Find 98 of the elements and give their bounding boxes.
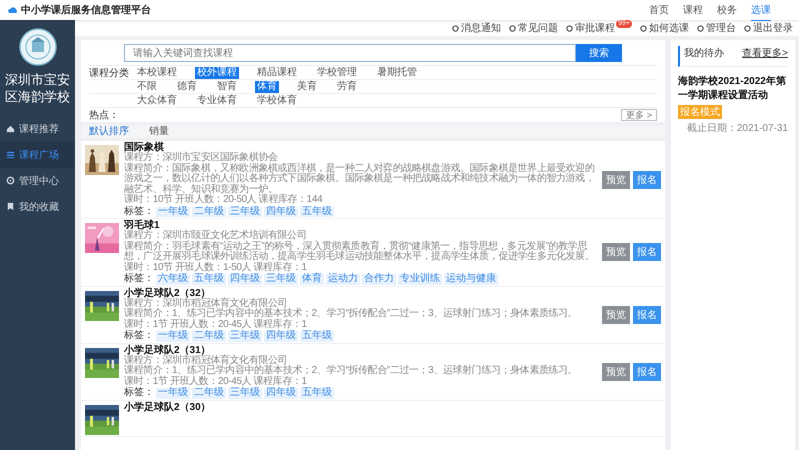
- course-intro: 课程简介：羽毛球素有“运动之王”的称号，深入贯彻素质教育，贯彻“健康第一，指导思想，多元发展”的教学思想，广泛开展羽毛球课外训练活动，提高学生羽毛球运动技能整体水平，提高学生体质，促进学生多元化发展。: [124, 242, 596, 262]
- tag: 五年级: [192, 274, 226, 284]
- course-title[interactable]: 羽毛球1: [124, 220, 597, 231]
- tag: 四年级: [264, 206, 298, 217]
- filter-option[interactable]: 专业体育: [195, 94, 239, 106]
- cloud-icon: [8, 6, 18, 14]
- activity-title[interactable]: 海韵学校2021-2022年第一学期课程设置活动: [678, 75, 788, 103]
- filter-option[interactable]: 本校课程: [135, 66, 179, 78]
- nav-tab[interactable]: 校务: [717, 0, 737, 20]
- filter-option[interactable]: 德育: [175, 80, 199, 92]
- course-info: 课时：1节 开班人数：20-45人 课程库存：1: [124, 376, 308, 386]
- sort-tab[interactable]: 销量: [149, 126, 169, 137]
- sidebar-item[interactable]: 我的收藏: [0, 194, 75, 220]
- tag: 五年级: [300, 331, 334, 342]
- course-provider: 课程方：深圳市宝安区国际象棋协会: [124, 153, 278, 163]
- tag-label: 标签：: [124, 274, 154, 284]
- course-info: 课时：10节 开班人数：1-50人 课程库存：1: [124, 262, 308, 272]
- tag: 四年级: [264, 331, 298, 342]
- deadline: 截止日期：2021-07-31: [686, 122, 788, 135]
- tag: 运动力: [326, 274, 360, 284]
- nav-tab[interactable]: 首页: [649, 0, 669, 20]
- tag: 二年级: [192, 331, 226, 342]
- school-logo-icon: [18, 28, 56, 66]
- tag: 运动与健康: [444, 274, 498, 284]
- circle-icon: [509, 24, 516, 32]
- filter-label: 课程分类: [89, 68, 129, 78]
- sort-tab[interactable]: 默认排序: [89, 126, 129, 137]
- tag: 四年级: [264, 388, 298, 398]
- course-provider: 课程方：深圳市颐亚文化艺术培训有限公司: [124, 231, 308, 241]
- sidebar-item[interactable]: 管理中心: [0, 168, 75, 194]
- tag: 三年级: [264, 274, 298, 284]
- filter-option[interactable]: 美育: [295, 80, 319, 92]
- circle-icon: [566, 24, 574, 32]
- gear-icon: [6, 176, 15, 186]
- tag-label: 标签：: [124, 331, 154, 342]
- tag: 二年级: [192, 388, 226, 398]
- toolbar-link[interactable]: 审批课程: [566, 21, 616, 35]
- tag: 一年级: [156, 206, 190, 217]
- tag: 一年级: [156, 388, 190, 398]
- filter-option[interactable]: 体育: [255, 80, 279, 92]
- course-title[interactable]: 小学足球队2（31）: [124, 344, 597, 356]
- filter-option[interactable]: 校外课程: [195, 66, 239, 78]
- tag: 三年级: [228, 331, 262, 342]
- school-name: 深圳市宝安区海韵学校: [4, 72, 71, 106]
- filter-option[interactable]: 不限: [135, 80, 159, 92]
- course-intro: 课程简介：1、练习已学内容中的基本技术；2、学习“拆传配合”二过一；3、运球射门练习；身体素质练习。: [124, 366, 578, 376]
- home-icon: [6, 124, 15, 134]
- course-title[interactable]: 小学足球队2（30）: [124, 402, 661, 412]
- circle-icon: [744, 24, 751, 32]
- tag: 合作力: [362, 274, 396, 284]
- toolbar-link[interactable]: 消息通知: [452, 21, 502, 35]
- toolbar-link[interactable]: 常见问题: [509, 21, 558, 35]
- filter-option[interactable]: 大众体育: [135, 94, 179, 106]
- toolbar-link[interactable]: 管理台: [697, 21, 736, 35]
- tag: 一年级: [156, 331, 190, 342]
- tag: 三年级: [228, 206, 262, 217]
- toolbar-link[interactable]: 如何选课: [640, 21, 689, 35]
- course-title[interactable]: 国际象棋: [124, 142, 597, 153]
- tag-label: 标签：: [124, 388, 154, 398]
- mode-badge: 报名模式: [678, 105, 722, 119]
- sidebar-item[interactable]: 课程广场: [0, 142, 75, 168]
- panel-title: 我的待办: [684, 46, 724, 60]
- course-provider: 课程方：深圳市稻冠体育文化有限公司: [124, 356, 288, 366]
- view-more-link[interactable]: 查看更多>: [742, 46, 788, 60]
- filter-option[interactable]: 精品课程: [255, 66, 299, 78]
- tag: 五年级: [300, 206, 334, 217]
- more-button[interactable]: 更多 >: [621, 108, 657, 120]
- course-title[interactable]: 小学足球队2（32）: [124, 288, 597, 298]
- bookmark-icon: [6, 202, 15, 212]
- course-intro: 课程简介：1、练习已学内容中的基本技术；2、学习“拆传配合”二过一；3、运球射门练习；身体素质练习。: [124, 309, 578, 319]
- circle-icon: [697, 24, 704, 32]
- filter-option[interactable]: 暑期托管: [375, 66, 419, 78]
- list-icon: [6, 150, 15, 160]
- tag: 六年级: [156, 274, 190, 284]
- course-intro: 课程简介：国际象棋，又称欧洲象棋或西洋棋，是一种二人对弈的战略棋盘游戏。国际象棋是世界上最受欢迎的游戏之一，数以亿计的人们以各种方式下国际象棋。国际象棋是一种把战略战术和纯技术融为一体的智力游戏，融艺术、科学、知识和竞赛为一炉。: [124, 164, 596, 194]
- filter-option[interactable]: 学校管理: [315, 66, 359, 78]
- course-info: 课时：1节 开班人数：20-45人 课程库存：1: [124, 320, 308, 330]
- filter-option[interactable]: 学校体育: [255, 94, 299, 106]
- app-title: 中小学课后服务信息管理平台: [21, 4, 151, 17]
- course-provider: 课程方：深圳市稻冠体育文化有限公司: [124, 298, 288, 308]
- tag: 专业训练: [398, 274, 442, 284]
- course-info: 课时：10节 开班人数：20-50人 课程库存：144: [124, 195, 324, 206]
- filter-option[interactable]: 智育: [215, 80, 239, 92]
- tag-label: 标签：: [124, 206, 154, 217]
- filter-option[interactable]: 劳育: [335, 80, 359, 92]
- nav-tab[interactable]: 课程: [683, 0, 703, 20]
- sidebar-item[interactable]: 课程推荐: [0, 116, 75, 142]
- tag: 二年级: [192, 206, 226, 217]
- tag: 五年级: [300, 388, 334, 398]
- circle-icon: [452, 24, 460, 32]
- circle-icon: [640, 24, 647, 32]
- filter-label: 热点：: [89, 108, 119, 122]
- tag: 三年级: [228, 388, 262, 398]
- search-button[interactable]: 搜索: [576, 44, 622, 62]
- toolbar-link[interactable]: 退出登录: [744, 21, 793, 35]
- tag: 四年级: [228, 274, 262, 284]
- tag: 体育: [300, 274, 324, 284]
- search-field[interactable]: 请输入关键词查找课程: [124, 44, 576, 62]
